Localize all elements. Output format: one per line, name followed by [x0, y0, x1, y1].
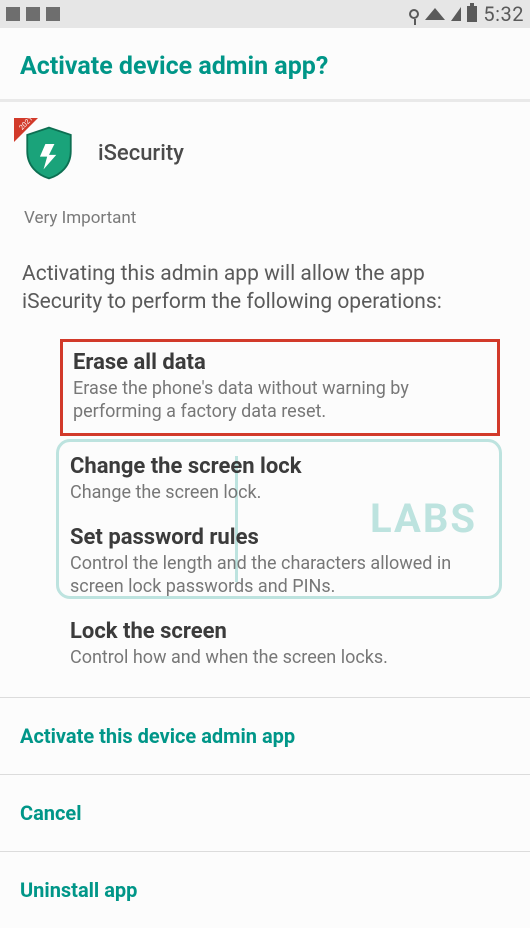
importance-label: Very Important — [0, 192, 530, 238]
operation-desc: Control the length and the characters al… — [70, 552, 500, 599]
app-name: iSecurity — [98, 141, 184, 166]
intro-text: Activating this admin app will allow the… — [0, 238, 530, 331]
signal-icon — [451, 7, 461, 21]
status-time: 5:32 — [483, 2, 524, 26]
operations-list: LABS Erase all data Erase the phone's da… — [0, 331, 530, 697]
app-icon: 2021 — [20, 124, 78, 182]
operation-erase-data: Erase all data Erase the phone's data wi… — [60, 339, 500, 437]
operation-desc: Erase the phone's data without warning b… — [73, 377, 487, 424]
uninstall-button[interactable]: Uninstall app — [0, 852, 530, 928]
status-bar: 5:32 — [0, 0, 530, 28]
operation-desc: Change the screen lock. — [70, 481, 500, 504]
operation-title: Erase all data — [73, 350, 487, 375]
operation-lock-screen: Lock the screen Control how and when the… — [0, 609, 530, 679]
operation-change-lock: Change the screen lock Change the screen… — [0, 444, 530, 514]
operation-title: Change the screen lock — [70, 454, 500, 479]
page-title: Activate device admin app? — [20, 52, 510, 81]
location-icon — [409, 9, 419, 19]
activate-button[interactable]: Activate this device admin app — [0, 698, 530, 774]
operation-password-rules: Set password rules Control the length an… — [0, 515, 530, 609]
operation-title: Lock the screen — [70, 619, 500, 644]
operation-title: Set password rules — [70, 525, 500, 550]
page-header: Activate device admin app? — [0, 28, 530, 99]
notification-icon — [46, 7, 60, 21]
cancel-button[interactable]: Cancel — [0, 775, 530, 851]
battery-icon — [467, 6, 477, 22]
notification-icon — [6, 7, 20, 21]
operation-desc: Control how and when the screen locks. — [70, 646, 500, 669]
ribbon-badge-icon: 2021 — [14, 118, 44, 148]
status-right: 5:32 — [409, 2, 524, 26]
status-left-icons — [6, 7, 60, 21]
wifi-icon — [425, 8, 445, 20]
app-row: 2021 iSecurity — [0, 102, 530, 192]
notification-icon — [26, 7, 40, 21]
